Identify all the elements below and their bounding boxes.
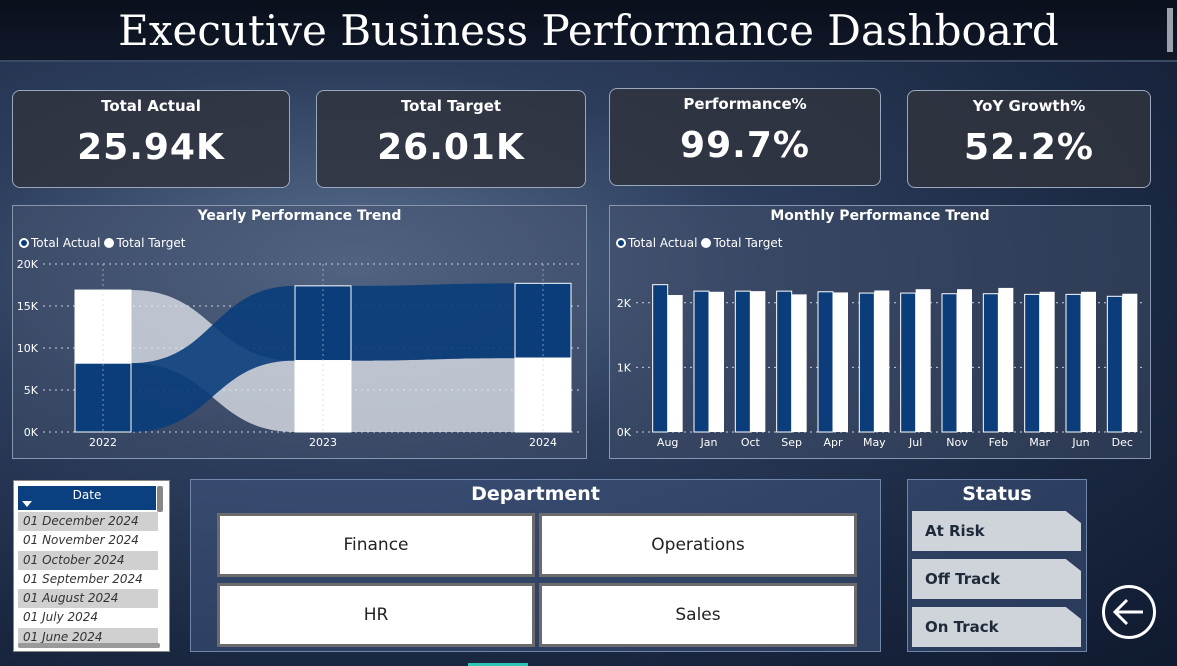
y-tick-label: 20K bbox=[17, 258, 39, 271]
date-item[interactable]: 01 October 2024 bbox=[18, 550, 158, 570]
yearly-chart-plot[interactable]: 0K 5K 10K 15K 20K 2022 2023 2024 bbox=[13, 206, 588, 460]
department-title: Department bbox=[471, 483, 600, 505]
date-item[interactable]: 01 July 2024 bbox=[18, 608, 158, 627]
bar-target bbox=[750, 291, 766, 432]
y-tick-label: 0K bbox=[617, 426, 632, 439]
x-tick-label: Feb bbox=[989, 436, 1008, 449]
ribbon-target bbox=[351, 358, 515, 432]
date-list: 01 December 2024 01 November 2024 01 Oct… bbox=[18, 512, 158, 648]
department-button-finance[interactable]: Finance bbox=[217, 513, 535, 577]
bar-actual bbox=[74, 362, 132, 433]
y-tick-label: 1K bbox=[617, 361, 632, 374]
status-button-on-track[interactable]: On Track bbox=[912, 607, 1081, 647]
department-button-operations[interactable]: Operations bbox=[539, 513, 857, 577]
date-slicer-header[interactable]: Date bbox=[18, 486, 156, 510]
bar-target bbox=[74, 289, 132, 364]
y-tick-label: 2K bbox=[617, 297, 632, 310]
x-tick-label: Apr bbox=[823, 436, 843, 449]
bar-actual bbox=[817, 291, 834, 433]
bar-actual bbox=[858, 292, 875, 433]
bar-target bbox=[791, 294, 807, 432]
bar-actual bbox=[1024, 293, 1041, 433]
kpi-card-performance: Performance% 99.7% bbox=[609, 88, 881, 186]
date-slicer: Date 01 December 2024 01 November 2024 0… bbox=[13, 480, 170, 652]
bar-actual bbox=[693, 290, 710, 433]
y-tick-label: 15K bbox=[17, 300, 39, 313]
bar-actual bbox=[734, 290, 751, 433]
bar-actual bbox=[1065, 293, 1082, 433]
kpi-card-total-target: Total Target 26.01K bbox=[316, 90, 586, 188]
y-tick-label: 5K bbox=[24, 384, 39, 397]
kpi-value: 26.01K bbox=[377, 127, 525, 168]
bar-target bbox=[874, 290, 890, 432]
bar-target bbox=[957, 289, 972, 432]
x-tick-label: Jul bbox=[908, 436, 922, 449]
status-panel: Status At Risk Off Track On Track bbox=[907, 479, 1087, 652]
department-panel: Department Finance Operations HR Sales bbox=[190, 479, 881, 652]
department-button-hr[interactable]: HR bbox=[217, 583, 535, 647]
bar-actual bbox=[652, 284, 669, 433]
monthly-chart-plot[interactable]: 0K 1K 2K Aug Jan Oct Sep Apr May Jul Nov Feb Mar Jun D… bbox=[610, 206, 1152, 460]
status-button-at-risk[interactable]: At Risk bbox=[912, 511, 1081, 551]
bar-target bbox=[294, 360, 352, 433]
x-tick-label: 2024 bbox=[529, 436, 557, 449]
kpi-card-yoy-growth: YoY Growth% 52.2% bbox=[907, 90, 1151, 188]
kpi-value: 52.2% bbox=[964, 127, 1094, 168]
arrow-left-icon bbox=[1112, 598, 1143, 626]
status-button-off-track[interactable]: Off Track bbox=[912, 559, 1081, 599]
kpi-card-total-actual: Total Actual 25.94K bbox=[12, 90, 290, 188]
y-tick-label: 10K bbox=[17, 342, 39, 355]
bar-target bbox=[709, 291, 724, 432]
x-tick-label: Dec bbox=[1112, 436, 1133, 449]
x-tick-label: Jan bbox=[700, 436, 718, 449]
bar-target bbox=[1081, 291, 1096, 432]
x-tick-label: Mar bbox=[1029, 436, 1050, 449]
ribbon-actual bbox=[351, 283, 515, 361]
bar-actual bbox=[776, 290, 793, 433]
date-item[interactable]: 01 November 2024 bbox=[18, 531, 158, 550]
date-item[interactable]: 01 August 2024 bbox=[18, 589, 158, 609]
caret-down-icon[interactable] bbox=[22, 501, 32, 507]
bar-actual bbox=[900, 292, 917, 433]
kpi-label: Total Actual bbox=[101, 97, 201, 115]
bar-target bbox=[667, 295, 683, 432]
x-tick-label: 2023 bbox=[309, 436, 337, 449]
kpi-label: Performance% bbox=[683, 95, 807, 113]
title-scrollbar[interactable] bbox=[1167, 8, 1173, 52]
kpi-label: Total Target bbox=[400, 97, 502, 115]
bar-actual bbox=[941, 293, 958, 433]
date-item[interactable]: 01 September 2024 bbox=[18, 570, 158, 589]
date-header-label: Date bbox=[72, 488, 102, 502]
x-tick-label: Aug bbox=[657, 436, 678, 449]
x-tick-label: Oct bbox=[741, 436, 761, 449]
page-title: Executive Business Performance Dashboard bbox=[118, 6, 1059, 55]
department-button-sales[interactable]: Sales bbox=[539, 583, 857, 647]
bar-target bbox=[915, 289, 931, 432]
x-tick-label: Jun bbox=[1071, 436, 1089, 449]
kpi-value: 25.94K bbox=[77, 127, 225, 168]
x-tick-label: 2022 bbox=[89, 436, 117, 449]
x-tick-label: May bbox=[863, 436, 886, 449]
yearly-trend-chart: Yearly Performance Trend Total Actual To… bbox=[12, 205, 587, 459]
title-bar: Executive Business Performance Dashboard bbox=[0, 0, 1177, 62]
bar-actual bbox=[982, 293, 999, 433]
bar-target bbox=[998, 287, 1014, 432]
date-item[interactable]: 01 December 2024 bbox=[18, 512, 158, 532]
bar-target bbox=[1039, 291, 1055, 432]
back-button[interactable] bbox=[1102, 585, 1156, 639]
monthly-trend-chart: Monthly Performance Trend Total Actual T… bbox=[609, 205, 1151, 459]
status-title: Status bbox=[962, 483, 1032, 505]
kpi-label: YoY Growth% bbox=[972, 97, 1086, 115]
bar-target bbox=[833, 292, 848, 432]
bar-actual bbox=[1106, 295, 1123, 433]
kpi-value: 99.7% bbox=[680, 125, 810, 166]
date-horizontal-scrollbar[interactable] bbox=[18, 643, 160, 648]
y-tick-label: 0K bbox=[24, 426, 39, 439]
date-vertical-scrollbar[interactable] bbox=[157, 486, 163, 512]
x-tick-label: Nov bbox=[946, 436, 968, 449]
bar-target bbox=[1122, 293, 1138, 432]
x-tick-label: Sep bbox=[781, 436, 802, 449]
